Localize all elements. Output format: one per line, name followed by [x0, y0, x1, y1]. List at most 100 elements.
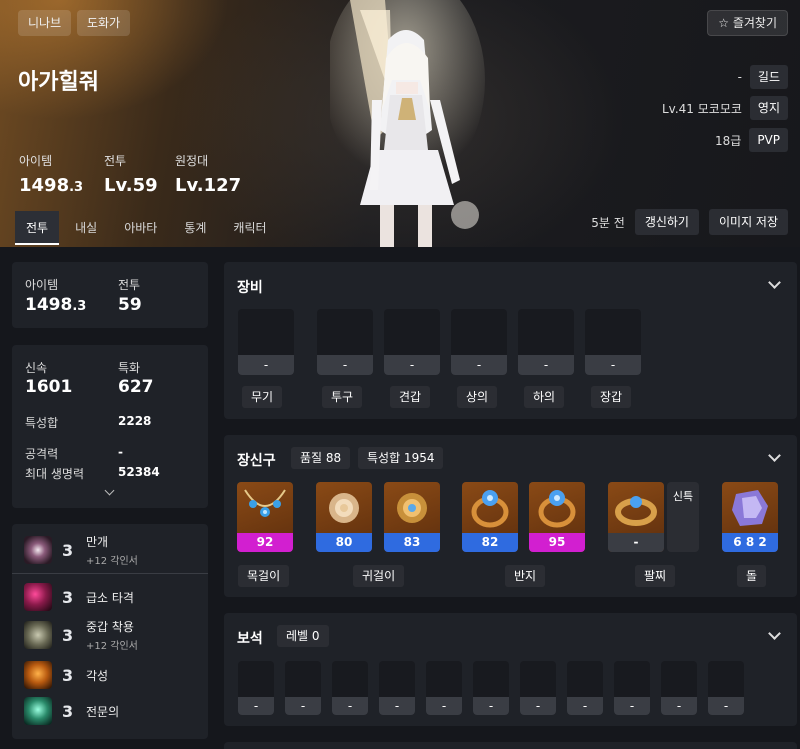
crit-label: 특화 [118, 361, 141, 375]
heavy-armor-engraving-icon [24, 621, 52, 649]
tab-stats[interactable]: 통계 [173, 211, 217, 245]
tab-combat[interactable]: 전투 [15, 211, 60, 245]
engraving-level: 3 [62, 540, 74, 560]
gem-slot[interactable]: - [379, 661, 415, 715]
gem-slot[interactable]: - [332, 661, 368, 715]
gem-slot[interactable]: - [285, 661, 321, 715]
character-name: 아가힐줘 [18, 70, 99, 95]
ring-slot[interactable]: 82 [462, 482, 518, 552]
hp-value: 52384 [118, 465, 160, 479]
gem-slot[interactable]: - [238, 661, 274, 715]
engraving-row[interactable]: 3 전문의 [12, 691, 208, 731]
tab-avatar[interactable]: 아바타 [113, 211, 168, 245]
engraving-name: 중갑 착용 [86, 620, 134, 634]
bracelet-slot[interactable]: - [608, 482, 664, 552]
gem-slot[interactable]: - [520, 661, 556, 715]
stone-slot[interactable]: 6 8 2 [722, 482, 778, 552]
accessory-quality: - [608, 533, 664, 552]
swift-value: 1601 [25, 377, 73, 397]
engraving-row[interactable]: 3 만개 +12 각인서 [12, 530, 208, 570]
engraving-level: 3 [62, 665, 74, 685]
equipment-slot[interactable]: - [451, 309, 507, 375]
earring-slot[interactable]: 80 [316, 482, 372, 552]
equipment-slot-value: - [317, 355, 373, 375]
stat-combat-level: 전투 Lv.59 [104, 152, 158, 196]
engraving-row[interactable]: 3 중갑 착용 +12 각인서 [12, 615, 208, 655]
stat-value: 1498.3 [19, 175, 84, 196]
accessories-title: 장신구 [237, 453, 276, 469]
necklace-label: 목걸이 [238, 565, 290, 587]
collapse-chevron-icon[interactable] [768, 276, 781, 289]
save-image-button[interactable]: 이미지 저장 [708, 209, 788, 235]
summary-combat-label: 전투 [118, 278, 141, 292]
tab-character[interactable]: 캐릭터 [222, 211, 277, 245]
total-value: 2228 [118, 414, 152, 428]
accessory-quality: 92 [237, 533, 293, 552]
engraving-level: 3 [62, 701, 74, 721]
updated-time: 5분 전 [591, 215, 625, 230]
earring-label: 귀걸이 [353, 565, 405, 587]
specialist-engraving-icon [24, 697, 52, 725]
bracelet-label: 팔찌 [635, 565, 676, 587]
engraving-row[interactable]: 3 급소 타격 [12, 577, 208, 617]
attack-label: 공격력 [25, 447, 59, 461]
profile-header: 니나브 도화가 아가힐줘 아이템 1498.3 전투 Lv.59 원정대 Lv.… [0, 0, 800, 247]
pvp-tag[interactable]: PVP [749, 128, 788, 152]
gem-slot[interactable]: - [708, 661, 744, 715]
crit-value: 627 [118, 377, 154, 397]
gem-slot[interactable]: - [614, 661, 650, 715]
accessory-quality: 95 [529, 533, 585, 552]
earring-icon [329, 493, 359, 523]
equipment-slot[interactable]: - [518, 309, 574, 375]
equipment-slot[interactable]: - [384, 309, 440, 375]
helmet-label: 투구 [322, 386, 363, 408]
estate-tag[interactable]: 영지 [749, 96, 788, 120]
expand-chevron-icon[interactable] [104, 485, 115, 496]
ring-label: 반지 [505, 565, 546, 587]
bracelet-icon [615, 496, 657, 526]
update-controls: 5분 전 갱신하기 이미지 저장 [591, 209, 788, 235]
swift-label: 신속 [25, 361, 48, 375]
equipment-slot[interactable]: - [585, 309, 641, 375]
weapon-label: 무기 [242, 386, 283, 408]
earring-icon [397, 493, 427, 523]
class-tag[interactable]: 도화가 [77, 10, 131, 36]
top-label: 상의 [457, 386, 498, 408]
gem-slot[interactable]: - [567, 661, 603, 715]
gem-slot[interactable]: - [473, 661, 509, 715]
gem-slot[interactable]: - [426, 661, 462, 715]
necklace-icon [244, 489, 286, 517]
guild-tag[interactable]: 길드 [749, 65, 788, 89]
gem-slot[interactable]: - [661, 661, 697, 715]
gem-value: - [379, 697, 415, 715]
equipment-slot-value: - [238, 355, 294, 375]
collapse-chevron-icon[interactable] [768, 627, 781, 640]
earring-slot[interactable]: 83 [384, 482, 440, 552]
estate-value: Lv.41 모코모코 [661, 101, 742, 116]
bracelet-extra-tag: 신특 [667, 482, 699, 552]
favorite-button[interactable]: ☆ 즐겨찾기 [707, 10, 788, 36]
equipment-panel: 장비 - - - - - - 무기 투구 견갑 상의 하의 장갑 [224, 262, 797, 419]
stone-icon [732, 490, 768, 526]
equipment-slot[interactable]: - [238, 309, 294, 375]
necklace-slot[interactable]: 92 [237, 482, 293, 552]
gem-value: - [238, 697, 274, 715]
accessory-quality: 80 [316, 533, 372, 552]
stat-total-badge: 특성합 1954 [358, 447, 444, 469]
summary-card: 아이템 1498.3 전투 59 [12, 262, 208, 328]
hp-label: 최대 생명력 [25, 467, 85, 481]
accessory-quality: 83 [384, 533, 440, 552]
refresh-button[interactable]: 갱신하기 [634, 209, 699, 235]
character-portrait [330, 0, 485, 247]
engravings-card: 3 만개 +12 각인서 3 급소 타격 3 중갑 착용 +12 각인서 3 각성 … [12, 524, 208, 739]
awakening-engraving-icon [24, 661, 52, 689]
engraving-name: 만개 [86, 535, 109, 549]
ring-slot[interactable]: 95 [529, 482, 585, 552]
collapse-chevron-icon[interactable] [768, 449, 781, 462]
stat-value: Lv.59 [104, 175, 158, 196]
equipment-slot[interactable]: - [317, 309, 373, 375]
tab-inner[interactable]: 내실 [64, 211, 108, 245]
profile-tabs: 전투 내실 아바타 통계 캐릭터 [15, 211, 283, 245]
engraving-row[interactable]: 3 각성 [12, 655, 208, 695]
server-tag[interactable]: 니나브 [18, 10, 72, 36]
